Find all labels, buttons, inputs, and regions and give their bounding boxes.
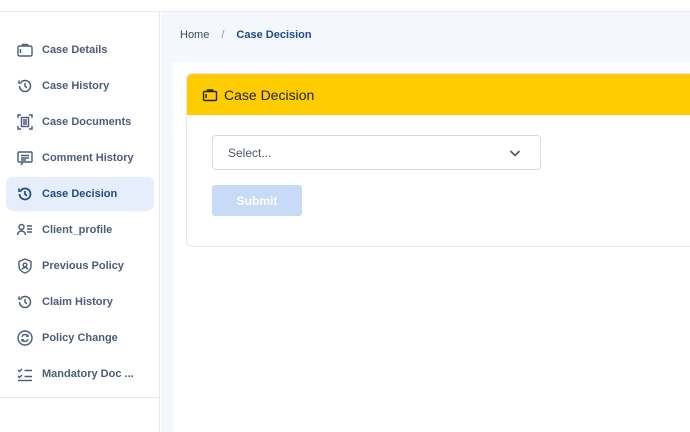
shield-user-icon	[16, 257, 34, 275]
refresh-circle-icon	[16, 329, 34, 347]
history-icon	[16, 185, 34, 203]
sidebar-item-case-details[interactable]: Case Details	[6, 33, 154, 67]
briefcase-icon	[16, 41, 34, 59]
sidebar: Case Details Case History Case Documents…	[0, 12, 160, 432]
sidebar-item-label: Policy Change	[42, 332, 118, 344]
sidebar-item-case-history[interactable]: Case History	[6, 69, 154, 103]
history-icon	[16, 77, 34, 95]
sidebar-item-label: Claim History	[42, 296, 113, 308]
sidebar-item-case-documents[interactable]: Case Documents	[6, 105, 154, 139]
comment-icon	[16, 149, 34, 167]
sidebar-item-label: Case History	[42, 80, 110, 92]
sidebar-item-label: Previous Policy	[42, 260, 124, 272]
sidebar-item-label: Mandatory Doc ...	[42, 368, 134, 380]
select-placeholder: Select...	[228, 145, 272, 160]
breadcrumb-current: Case Decision	[236, 29, 312, 41]
history-icon	[16, 293, 34, 311]
main-content: Home / Case Decision Case Decision Selec…	[161, 12, 690, 432]
sidebar-item-label: Case Documents	[42, 116, 132, 128]
breadcrumb: Home / Case Decision	[180, 29, 312, 41]
sidebar-item-label: Comment History	[42, 152, 134, 164]
briefcase-icon	[202, 87, 218, 103]
card-header: Case Decision	[187, 74, 690, 115]
checklist-icon	[16, 365, 34, 383]
sidebar-item-policy-change[interactable]: Policy Change	[6, 321, 154, 355]
sidebar-item-case-decision[interactable]: Case Decision	[6, 177, 154, 211]
decision-select[interactable]: Select...	[212, 135, 541, 170]
content-area: Case Decision Select... Submit	[173, 62, 690, 432]
card-title: Case Decision	[224, 86, 315, 103]
top-bar	[0, 0, 690, 12]
sidebar-item-mandatory-doc[interactable]: Mandatory Doc ...	[6, 357, 154, 391]
submit-button[interactable]: Submit	[212, 185, 302, 216]
sidebar-item-label: Case Details	[42, 44, 108, 56]
user-list-icon	[16, 221, 34, 239]
breadcrumb-separator: /	[221, 29, 225, 41]
case-decision-card: Case Decision Select... Submit	[186, 73, 690, 247]
sidebar-item-client-profile[interactable]: Client_profile	[6, 213, 154, 247]
sidebar-item-label: Client_profile	[42, 224, 113, 236]
breadcrumb-home-link[interactable]: Home	[180, 29, 209, 41]
sidebar-item-claim-history[interactable]: Claim History	[6, 285, 154, 319]
sidebar-divider	[0, 397, 159, 398]
chevron-down-icon	[508, 146, 522, 160]
sidebar-item-label: Case Decision	[42, 188, 118, 200]
sidebar-item-comment-history[interactable]: Comment History	[6, 141, 154, 175]
document-scan-icon	[16, 113, 34, 131]
sidebar-item-previous-policy[interactable]: Previous Policy	[6, 249, 154, 283]
